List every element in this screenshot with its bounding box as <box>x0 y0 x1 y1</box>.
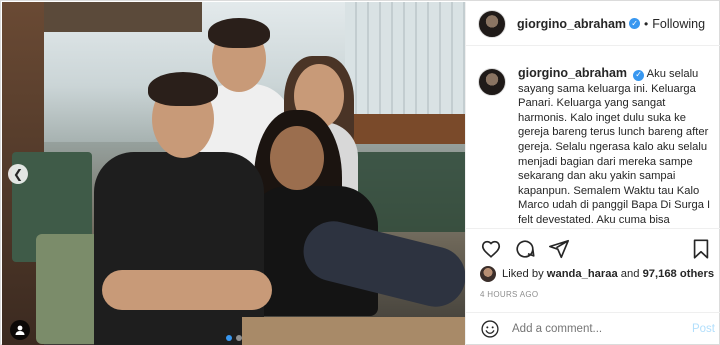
caption-body: giorgino_abraham ✓ Aku selalu sayang sam… <box>518 66 714 226</box>
comment-icon[interactable] <box>514 238 536 260</box>
caption-avatar[interactable] <box>478 68 506 96</box>
photo-table <box>242 317 465 345</box>
photo-ledge <box>335 114 465 144</box>
post-frame: ❮ giorgino_abraham ✓ • Following giorgin… <box>0 0 720 345</box>
carousel-dot-active[interactable] <box>226 335 232 341</box>
heart-icon[interactable] <box>480 238 502 260</box>
bookmark-icon[interactable] <box>690 238 712 260</box>
caption: giorgino_abraham ✓ Aku selalu sayang sam… <box>466 66 720 226</box>
user-tag-icon <box>15 325 25 335</box>
liker-username-link[interactable]: wanda_haraa <box>547 268 618 280</box>
verified-badge-icon: ✓ <box>633 69 645 81</box>
post-side-panel: giorgino_abraham ✓ • Following giorgino_… <box>465 2 720 345</box>
following-button[interactable]: Following <box>652 17 705 31</box>
comment-bar: Post <box>466 312 720 345</box>
chevron-left-icon: ❮ <box>12 167 24 181</box>
post-timestamp[interactable]: 4 HOURS AGO <box>480 290 538 299</box>
verified-badge-icon: ✓ <box>629 18 641 29</box>
post-header: giorgino_abraham ✓ • Following <box>466 2 720 46</box>
liker-avatar[interactable] <box>480 266 496 282</box>
caption-text: Aku selalu sayang sama keluarga ini. Kel… <box>518 68 711 226</box>
likes-prefix: Liked by <box>502 268 544 280</box>
caption-username-link[interactable]: giorgino_abraham <box>518 66 627 80</box>
share-icon[interactable] <box>548 238 570 260</box>
username-link[interactable]: giorgino_abraham <box>517 17 626 31</box>
emoji-icon[interactable] <box>480 319 500 339</box>
carousel-dot[interactable] <box>236 335 242 341</box>
comment-input[interactable] <box>512 323 682 335</box>
post-photo[interactable]: ❮ <box>2 2 465 345</box>
avatar[interactable] <box>478 9 506 38</box>
likes-and: and <box>620 268 640 280</box>
post-comment-button[interactable]: Post <box>692 323 715 335</box>
likes-count-link[interactable]: 97,168 others <box>643 268 715 280</box>
divider <box>466 228 720 229</box>
header-separator: • <box>644 16 649 31</box>
user-tag-button[interactable] <box>10 320 30 340</box>
action-bar <box>480 236 712 262</box>
carousel-prev-button[interactable]: ❮ <box>8 164 28 184</box>
carousel-dots <box>226 335 242 341</box>
likes-summary: Liked by wanda_haraa and 97,168 others <box>480 266 715 282</box>
photo-building <box>345 2 465 132</box>
